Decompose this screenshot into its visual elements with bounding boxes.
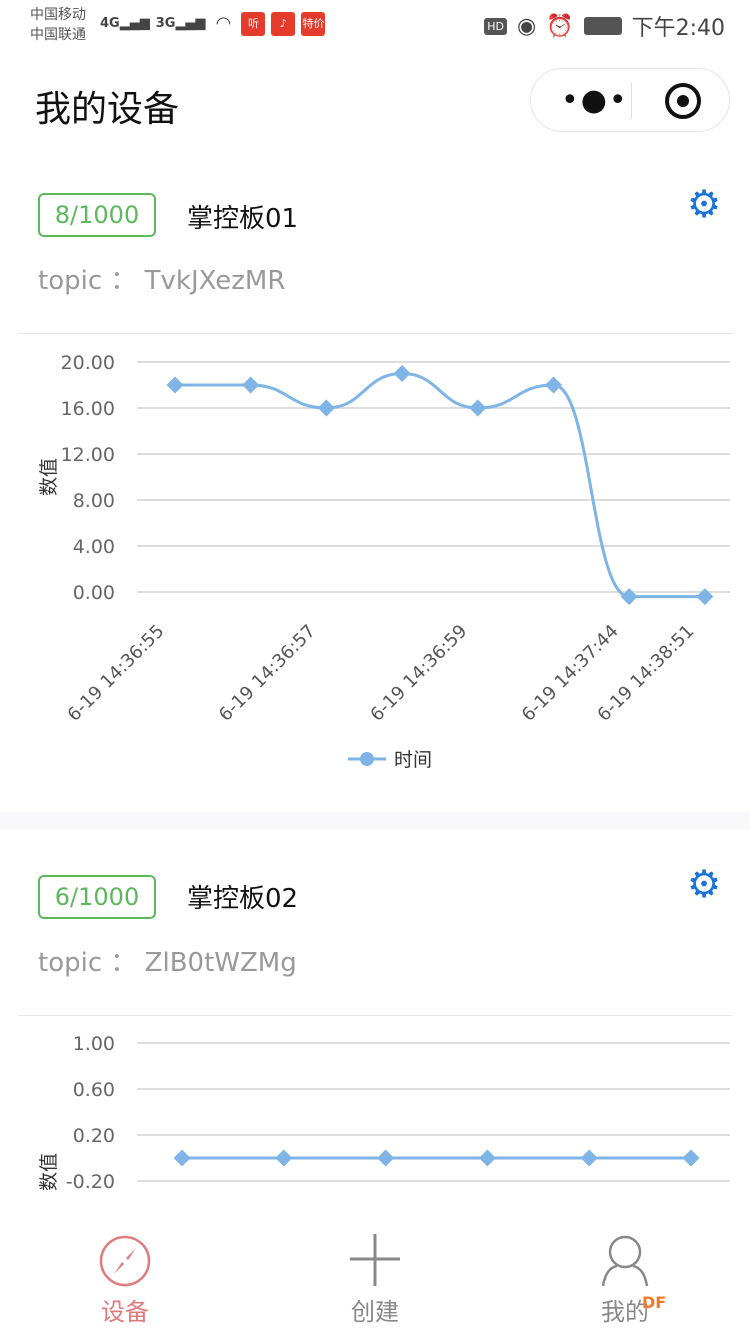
data-point <box>545 376 562 394</box>
data-point <box>275 1149 293 1167</box>
clock: 下午2:40 <box>631 16 725 41</box>
device-name: 掌控板02 <box>187 884 299 914</box>
eye-icon: ◉ <box>516 13 537 39</box>
device-name: 掌控板01 <box>187 204 299 234</box>
card-gap <box>0 812 750 830</box>
wifi-icon: ◠ <box>215 13 232 34</box>
watermark: DF <box>642 1293 667 1312</box>
count-badge: 8/1000 <box>38 193 156 237</box>
y-tick-label: 0.60 <box>73 1079 115 1101</box>
data-point <box>173 1149 191 1167</box>
data-point <box>469 399 487 417</box>
y-tick-label: 1.00 <box>73 1033 115 1055</box>
data-point <box>166 376 184 394</box>
device-topic: topic ： TvkJXezMR <box>38 260 285 297</box>
tab-mine[interactable]: 我的 <box>550 1222 700 1333</box>
carrier-2: 中国联通 <box>30 27 86 43</box>
capsule-divider <box>631 83 632 119</box>
gear-icon[interactable]: ⚙ <box>686 185 722 223</box>
status-icons: 4G▂▄▆ 3G▂▄▆ ◠ 听 ♪ 特价 <box>100 12 326 36</box>
x-tick-label: 6-19 14:36:57 <box>215 621 320 726</box>
legend-marker <box>360 752 374 766</box>
plus-icon <box>350 1234 400 1286</box>
y-tick-label: 0.00 <box>73 582 115 604</box>
topic-value: ZlB0tWZMg <box>144 948 297 978</box>
tab-bar: 设备 创建 我的 <box>0 1222 750 1333</box>
y-tick-label: -0.20 <box>66 1171 115 1193</box>
data-point <box>620 588 638 606</box>
carrier-1: 中国移动 <box>30 7 86 23</box>
gear-icon[interactable]: ⚙ <box>686 865 722 903</box>
tab-label: 创建 <box>351 1298 399 1326</box>
carrier-info: 中国移动 中国联通 <box>30 5 86 45</box>
tab-devices[interactable]: 设备 <box>50 1222 200 1333</box>
sale-app-icon: 特价 <box>301 12 326 36</box>
nav-bar: 我的设备 •●• <box>0 50 750 150</box>
compass-icon <box>99 1235 151 1287</box>
tab-label: 我的 <box>601 1298 649 1326</box>
battery-icon <box>583 17 622 35</box>
y-axis-label: 数值 <box>38 458 60 496</box>
tab-label: 设备 <box>101 1298 149 1326</box>
signal-icon: 3G▂▄▆ <box>155 16 206 31</box>
signal-icon: 4G▂▄▆ <box>100 16 150 31</box>
topic-label: topic ： <box>38 266 137 296</box>
music-app-icon: ♪ <box>271 12 296 36</box>
data-point <box>696 588 714 606</box>
status-bar: 中国移动 中国联通 4G▂▄▆ 3G▂▄▆ ◠ 听 ♪ 特价 HD ◉ ⏰ 下午… <box>0 0 750 50</box>
topic-value: TvkJXezMR <box>144 266 286 296</box>
data-point <box>393 365 411 382</box>
alarm-icon: ⏰ <box>546 13 574 39</box>
legend-label: 时间 <box>394 749 432 771</box>
x-tick-label: 6-19 14:36:59 <box>366 621 471 726</box>
y-tick-label: 16.00 <box>61 398 115 420</box>
y-tick-label: 0.20 <box>73 1125 115 1147</box>
user-icon <box>601 1235 649 1287</box>
y-tick-label: 20.00 <box>61 352 115 374</box>
data-point <box>682 1149 700 1167</box>
data-point <box>317 399 335 417</box>
data-point <box>580 1149 598 1167</box>
count-badge: 6/1000 <box>38 875 156 919</box>
device-2-line-chart: 1.00 0.60 0.20 -0.20 数值 <box>38 1033 730 1193</box>
listen-app-icon: 听 <box>241 12 266 36</box>
y-tick-label: 8.00 <box>73 490 115 512</box>
y-axis-label: 数值 <box>38 1153 60 1191</box>
x-tick-label: 6-19 14:36:55 <box>64 621 169 726</box>
hd-icon: HD <box>484 17 507 35</box>
series-line <box>175 371 705 599</box>
y-tick-label: 4.00 <box>73 536 115 558</box>
page-title: 我的设备 <box>35 89 180 130</box>
divider <box>18 1015 732 1016</box>
record-target-icon[interactable] <box>665 83 701 119</box>
device-topic: topic ： ZlB0tWZMg <box>38 942 297 979</box>
mini-program-capsule: •●• <box>530 68 730 132</box>
data-point <box>242 376 260 394</box>
more-dots-icon[interactable]: •●• <box>561 83 629 118</box>
y-tick-label: 12.00 <box>61 444 115 466</box>
divider <box>18 333 732 334</box>
data-point <box>478 1149 496 1167</box>
tab-create[interactable]: 创建 <box>300 1222 450 1333</box>
device-1-line-chart: 20.00 16.00 12.00 8.00 4.00 0.00 数值 6-19 14:36:… <box>38 352 730 771</box>
data-point <box>377 1149 395 1167</box>
topic-label: topic ： <box>38 948 137 978</box>
